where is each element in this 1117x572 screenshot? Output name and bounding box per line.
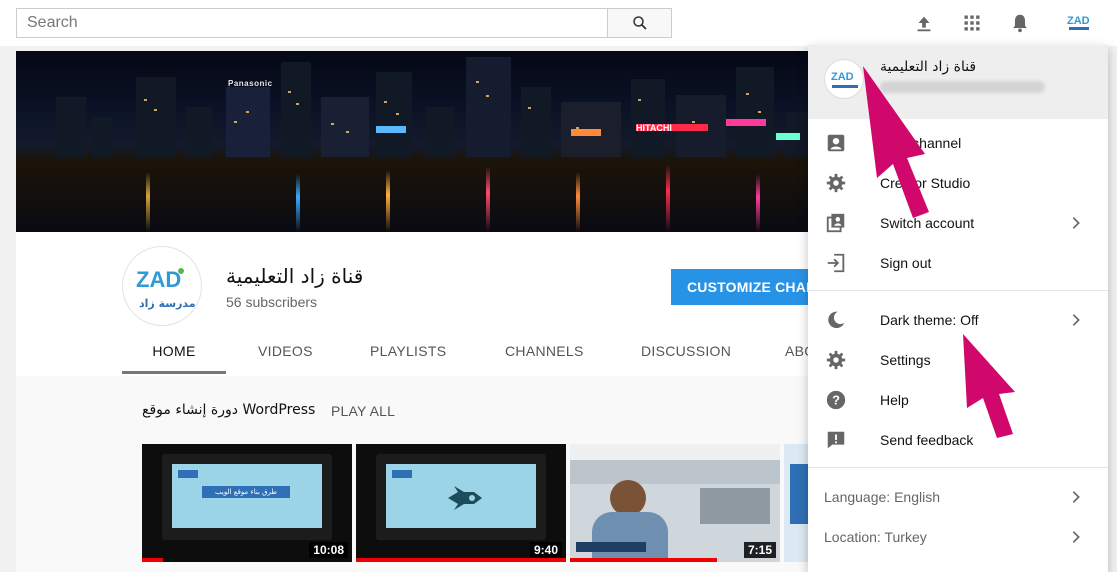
svg-text:ZAD: ZAD	[831, 71, 854, 83]
top-bar: ZAD	[0, 0, 1117, 46]
svg-text:?: ?	[832, 393, 840, 408]
feedback-icon	[824, 428, 848, 452]
video-duration: 7:15	[743, 542, 776, 558]
menu-divider	[808, 290, 1108, 291]
menu-your-channel[interactable]: Your channel	[808, 123, 1108, 163]
upload-icon[interactable]	[912, 11, 936, 35]
banner-sign-panasonic: Panasonic	[228, 79, 273, 88]
chevron-right-icon	[1064, 525, 1088, 549]
menu-divider	[808, 467, 1108, 468]
video-thumbnail[interactable]: 9:40	[356, 444, 566, 562]
apps-icon[interactable]	[960, 11, 984, 35]
search-input[interactable]	[16, 8, 608, 38]
channel-name: قناة زاد التعليمية	[226, 264, 364, 288]
menu-label: Help	[880, 392, 909, 408]
tab-channels[interactable]: CHANNELS	[505, 328, 584, 374]
rocket-icon	[448, 486, 482, 510]
channel-avatar[interactable]: ZAD مدرسة زاد	[122, 246, 202, 326]
chevron-right-icon	[1064, 211, 1088, 235]
channel-content: دورة إنشاء موقع WordPress PLAY ALL طرق ب…	[16, 376, 816, 572]
menu-switch-account[interactable]: Switch account	[808, 203, 1108, 243]
watch-progress	[570, 558, 717, 562]
account-avatar[interactable]: ZAD	[1065, 11, 1093, 35]
channel-logo: ZAD مدرسة زاد	[136, 267, 196, 310]
thumbnail-screen-text: طرق بناء موقع الويب	[202, 486, 290, 498]
svg-text:ZAD: ZAD	[136, 267, 181, 292]
menu-label: Location: Turkey	[824, 529, 927, 545]
shelf-title[interactable]: دورة إنشاء موقع WordPress	[142, 402, 315, 418]
gear-icon	[824, 171, 848, 195]
video-duration: 9:40	[529, 542, 562, 558]
help-icon: ?	[824, 388, 848, 412]
menu-label: Sign out	[880, 255, 932, 271]
switch-account-icon	[824, 211, 848, 235]
video-thumbnail[interactable]: طرق بناء موقع الويب 10:08	[142, 444, 352, 562]
annotation-arrow-pointer-icon	[963, 334, 1015, 438]
customize-channel-button[interactable]: CUSTOMIZE CHANNEL	[671, 269, 821, 305]
bell-icon[interactable]	[1008, 11, 1032, 35]
menu-sign-out[interactable]: Sign out	[808, 243, 1108, 283]
search-button[interactable]	[607, 8, 672, 38]
svg-text:مدرسة زاد: مدرسة زاد	[139, 297, 196, 310]
tab-discussion[interactable]: DISCUSSION	[641, 328, 731, 374]
menu-language[interactable]: Language: English	[808, 477, 1108, 517]
menu-label: Settings	[880, 352, 931, 368]
subscriber-count: 56 subscribers	[226, 294, 318, 310]
tab-home[interactable]: HOME	[122, 328, 226, 374]
banner-sign-hitachi: HITACHI	[636, 124, 708, 133]
channel-header: ZAD مدرسة زاد قناة زاد التعليمية 56 subs…	[16, 232, 834, 376]
chevron-right-icon	[1064, 485, 1088, 509]
menu-creator-studio[interactable]: Creator Studio	[808, 163, 1108, 203]
video-duration: 10:08	[309, 542, 348, 558]
menu-label: Dark theme: Off	[880, 312, 979, 328]
tab-playlists[interactable]: PLAYLISTS	[370, 328, 446, 374]
tab-videos[interactable]: VIDEOS	[258, 328, 313, 374]
person-icon	[824, 131, 848, 155]
sign-out-icon	[824, 251, 848, 275]
watch-progress	[142, 558, 163, 562]
annotation-arrow-pointer-icon	[863, 66, 929, 218]
svg-text:ZAD: ZAD	[1067, 15, 1090, 27]
gear-icon	[824, 348, 848, 372]
menu-location[interactable]: Location: Turkey	[808, 517, 1108, 557]
menu-label: Language: English	[824, 489, 940, 505]
moon-icon	[824, 308, 848, 332]
account-menu: ZAD قناة زاد التعليمية Your channel Crea…	[808, 45, 1108, 572]
search-icon	[632, 16, 647, 30]
video-thumbnail[interactable]: 7:15	[570, 444, 780, 562]
watch-progress	[356, 558, 566, 562]
play-all-button[interactable]: PLAY ALL	[331, 403, 395, 419]
chevron-right-icon	[1064, 308, 1088, 332]
account-menu-header: ZAD قناة زاد التعليمية	[808, 45, 1108, 119]
